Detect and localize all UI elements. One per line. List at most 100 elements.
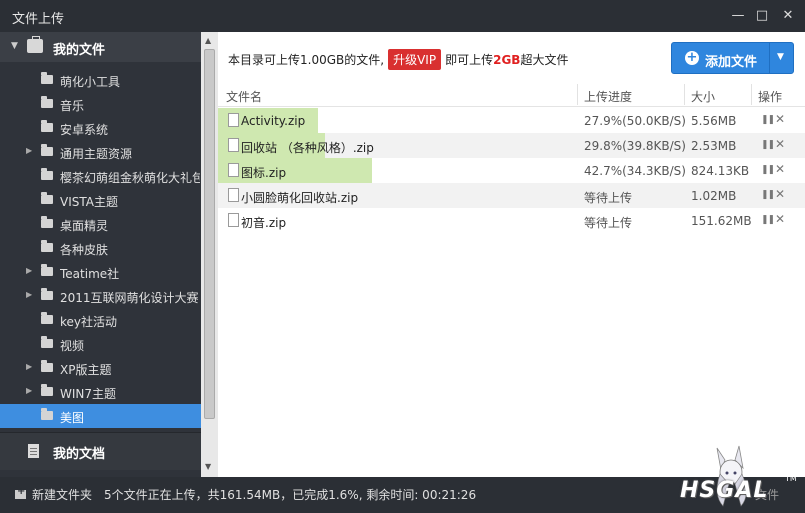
collapse-arrow-icon[interactable]: ▼ bbox=[11, 41, 18, 51]
expand-arrow-icon[interactable]: ▶ bbox=[26, 266, 32, 275]
sidebar-folder-item[interactable]: VISTA主题 bbox=[0, 188, 201, 212]
notice-middle: 即可上传 bbox=[445, 53, 494, 67]
folder-icon bbox=[41, 192, 53, 204]
delete-icon[interactable]: ✕ bbox=[775, 162, 785, 176]
scrollbar-thumb[interactable] bbox=[204, 49, 215, 419]
folder-label: XP版主题 bbox=[60, 363, 112, 377]
folder-icon bbox=[41, 72, 53, 84]
folder-icon bbox=[41, 384, 53, 396]
my-files-header[interactable]: ▼ 我的文件 bbox=[0, 32, 201, 62]
file-row[interactable]: 图标.zip 42.7%(34.3KB/S) 824.13KB ❚❚ ✕ bbox=[218, 158, 805, 183]
file-icon bbox=[228, 188, 239, 202]
folder-label: 通用主题资源 bbox=[60, 147, 133, 161]
notice-prefix: 本目录可上传1.00GB的文件, bbox=[228, 53, 385, 67]
sidebar-folder-item[interactable]: 各种皮肤 bbox=[0, 236, 201, 260]
column-progress[interactable]: 上传进度 bbox=[584, 88, 632, 105]
notice-suffix: 超大文件 bbox=[520, 53, 569, 67]
expand-arrow-icon[interactable]: ▶ bbox=[26, 290, 32, 299]
pause-icon[interactable]: ❚❚ bbox=[761, 215, 775, 225]
scroll-down-icon[interactable]: ▼ bbox=[205, 462, 211, 471]
file-size: 1.02MB bbox=[691, 189, 737, 203]
delete-icon[interactable]: ✕ bbox=[775, 187, 785, 201]
upload-status-text: 5个文件正在上传，共161.54MB，已完成1.6%, 剩余时间: 00:21:… bbox=[104, 488, 477, 502]
upload-notice: 本目录可上传1.00GB的文件, 升级VIP 即可上传2GB超大文件 bbox=[228, 49, 568, 70]
dropdown-arrow-icon[interactable]: ▼ bbox=[777, 52, 784, 62]
sidebar-folder-item[interactable]: ▶ 2011互联网萌化设计大赛 bbox=[0, 284, 201, 308]
sidebar-folder-item[interactable]: 视频 bbox=[0, 332, 201, 356]
sidebar-folder-item[interactable]: 樱茶幻萌组金秋萌化大礼包 bbox=[0, 164, 201, 188]
column-filename[interactable]: 文件名 bbox=[226, 88, 262, 105]
delete-icon[interactable]: ✕ bbox=[775, 137, 785, 151]
pause-icon[interactable]: ❚❚ bbox=[761, 165, 775, 175]
folder-icon bbox=[41, 336, 53, 348]
sidebar-folder-item[interactable]: 安卓系统 bbox=[0, 116, 201, 140]
sidebar-folder-item[interactable]: ▶ XP版主题 bbox=[0, 356, 201, 380]
sidebar-scrollbar[interactable]: ▲ ▼ bbox=[201, 32, 218, 477]
file-row[interactable]: Activity.zip 27.9%(50.0KB/S) 5.56MB ❚❚ ✕ bbox=[218, 108, 805, 133]
folder-icon bbox=[41, 408, 53, 420]
expand-arrow-icon[interactable]: ▶ bbox=[26, 362, 32, 371]
sidebar-folder-item[interactable]: 音乐 bbox=[0, 92, 201, 116]
column-divider bbox=[751, 84, 752, 105]
file-icon bbox=[228, 138, 239, 152]
brand-watermark: HSGAL bbox=[680, 478, 769, 503]
maximize-icon[interactable]: □ bbox=[752, 6, 772, 26]
file-icon bbox=[228, 213, 239, 227]
folder-label: 桌面精灵 bbox=[60, 219, 109, 233]
folder-icon bbox=[41, 312, 53, 324]
sidebar-folder-item[interactable]: 萌化小工具 bbox=[0, 68, 201, 92]
delete-icon[interactable]: ✕ bbox=[775, 112, 785, 126]
folder-icon bbox=[41, 288, 53, 300]
my-documents-label: 我的文档 bbox=[53, 447, 106, 462]
file-progress: 等待上传 bbox=[584, 216, 633, 230]
folder-label: 樱茶幻萌组金秋萌化大礼包 bbox=[60, 171, 200, 185]
file-row[interactable]: 小圆脸萌化回收站.zip 等待上传 1.02MB ❚❚ ✕ bbox=[218, 183, 805, 208]
sidebar-folder-item[interactable]: 桌面精灵 bbox=[0, 212, 201, 236]
expand-arrow-icon[interactable]: ▶ bbox=[26, 386, 32, 395]
sidebar-folder-item[interactable]: ▶ 通用主题资源 bbox=[0, 140, 201, 164]
button-divider bbox=[769, 43, 770, 73]
file-row[interactable]: 初音.zip 等待上传 151.62MB ❚❚ ✕ bbox=[218, 208, 805, 233]
file-size: 2.53MB bbox=[691, 139, 737, 153]
briefcase-icon bbox=[27, 36, 43, 53]
file-row[interactable]: 回收站 （各种风格）.zip 29.8%(39.8KB/S) 2.53MB ❚❚ ✕ bbox=[218, 133, 805, 158]
folder-label: 2011互联网萌化设计大赛 bbox=[60, 291, 199, 305]
pause-icon[interactable]: ❚❚ bbox=[761, 115, 775, 125]
add-file-button[interactable]: + 添加文件 ▼ bbox=[671, 42, 794, 74]
column-size[interactable]: 大小 bbox=[691, 88, 715, 105]
folder-icon bbox=[41, 240, 53, 252]
my-files-label: 我的文件 bbox=[53, 43, 106, 58]
trademark-mark: TM bbox=[785, 474, 797, 483]
pause-icon[interactable]: ❚❚ bbox=[761, 140, 775, 150]
expand-arrow-icon[interactable]: ▶ bbox=[26, 146, 32, 155]
minimize-icon[interactable]: — bbox=[728, 6, 748, 26]
sidebar-folder-item[interactable]: key社活动 bbox=[0, 308, 201, 332]
file-icon bbox=[228, 163, 239, 177]
file-progress: 42.7%(34.3KB/S) bbox=[584, 164, 686, 178]
file-icon bbox=[228, 113, 239, 127]
new-folder-icon[interactable] bbox=[15, 486, 26, 499]
close-icon[interactable]: ✕ bbox=[778, 6, 798, 26]
sidebar-folder-item[interactable]: ▶ WIN7主题 bbox=[0, 380, 201, 404]
new-folder-button[interactable]: 新建文件夹 bbox=[32, 486, 92, 503]
folder-label: key社活动 bbox=[60, 315, 118, 329]
folder-label: VISTA主题 bbox=[60, 195, 118, 209]
folder-icon bbox=[41, 216, 53, 228]
file-name: 小圆脸萌化回收站.zip bbox=[241, 191, 359, 205]
pause-icon[interactable]: ❚❚ bbox=[761, 190, 775, 200]
column-action: 操作 bbox=[758, 90, 783, 104]
file-size: 824.13KB bbox=[691, 164, 750, 178]
file-table-header: 文件名 上传进度 大小 操作 bbox=[218, 82, 805, 107]
sidebar-folder-item[interactable]: 美图 bbox=[0, 404, 201, 428]
delete-icon[interactable]: ✕ bbox=[775, 212, 785, 226]
upgrade-vip-button[interactable]: 升级VIP bbox=[388, 49, 442, 70]
document-icon bbox=[28, 444, 39, 458]
sidebar-folder-item[interactable]: ▶ Teatime社 bbox=[0, 260, 201, 284]
add-file-label: 添加文件 bbox=[705, 55, 758, 70]
folder-label: Teatime社 bbox=[60, 267, 120, 281]
scroll-up-icon[interactable]: ▲ bbox=[205, 36, 211, 45]
folder-icon bbox=[41, 120, 53, 132]
my-documents-section[interactable]: 我的文档 bbox=[0, 432, 201, 470]
folder-label: 安卓系统 bbox=[60, 123, 109, 137]
folder-icon bbox=[41, 168, 53, 180]
